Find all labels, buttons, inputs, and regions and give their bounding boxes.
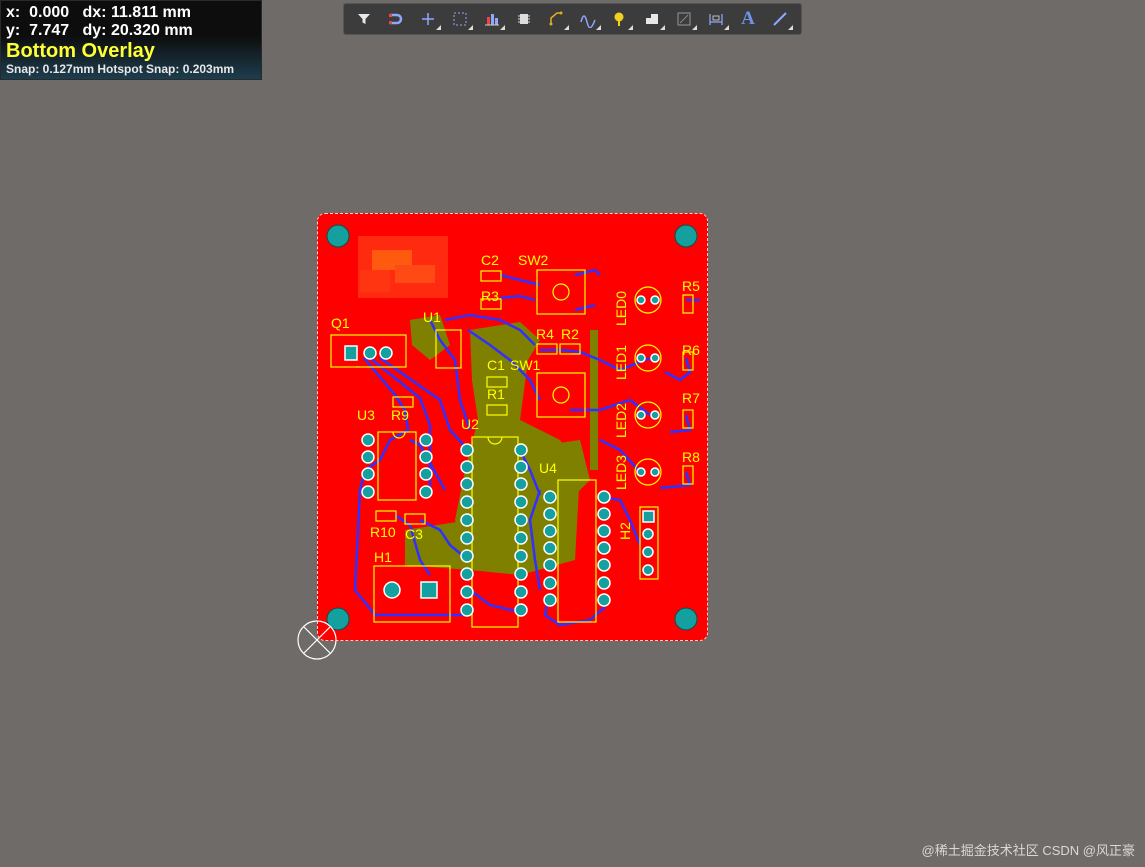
designator-r4: R4 — [536, 326, 554, 342]
designator-led1: LED1 — [613, 345, 629, 380]
designator-sw2: SW2 — [518, 252, 549, 268]
designator-r3: R3 — [481, 288, 499, 304]
designator-h1: H1 — [374, 549, 392, 565]
designator-r9: R9 — [391, 407, 409, 423]
designator-r7: R7 — [682, 390, 700, 406]
designator-u3: U3 — [357, 407, 375, 423]
designator-led3: LED3 — [613, 455, 629, 490]
designator-r1: R1 — [487, 386, 505, 402]
designator-sw1: SW1 — [510, 357, 541, 373]
designator-u1: U1 — [423, 309, 441, 325]
origin-marker-icon — [297, 620, 337, 660]
designator-r2: R2 — [561, 326, 579, 342]
designator-q1: Q1 — [331, 315, 350, 331]
designator-r8: R8 — [682, 449, 700, 465]
designator-led0: LED0 — [613, 291, 629, 326]
blurred-logo — [358, 236, 448, 298]
designator-r5: R5 — [682, 278, 700, 294]
designator-c3: C3 — [405, 526, 423, 542]
designator-h2: H2 — [617, 522, 633, 540]
pcb-artwork[interactable]: C2 SW2 R3 R5 LED0 Q1 U1 R4 R2 C1 SW1 LED… — [0, 0, 1145, 867]
designator-r6: R6 — [682, 342, 700, 358]
designator-c2: C2 — [481, 252, 499, 268]
designator-r10: R10 — [370, 524, 396, 540]
designator-u4: U4 — [539, 460, 557, 476]
watermark-text: @稀土掘金技术社区 CSDN @风正豪 — [921, 843, 1135, 858]
designator-c1: C1 — [487, 357, 505, 373]
designator-led2: LED2 — [613, 403, 629, 438]
designator-u2: U2 — [461, 416, 479, 432]
